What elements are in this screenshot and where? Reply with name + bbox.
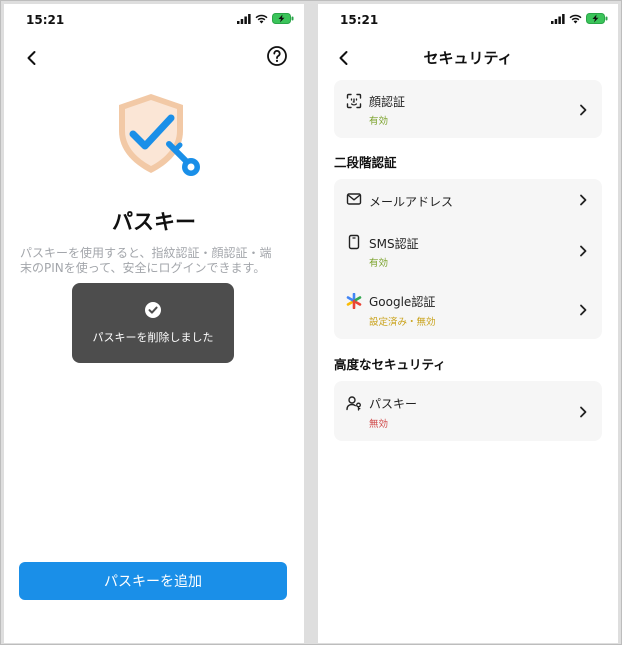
- page-title: セキュリティ: [423, 49, 513, 67]
- chevron-right-icon: [580, 194, 587, 206]
- face-auth-card: 顔認証 有効: [334, 80, 602, 138]
- google-auth-status: 設定済み・無効: [369, 317, 436, 328]
- wifi-icon: [255, 14, 268, 23]
- status-icons: [237, 13, 294, 24]
- passkey-card: パスキー 無効: [334, 381, 602, 441]
- chevron-right-icon: [580, 406, 587, 418]
- email-label: メールアドレス: [369, 195, 454, 209]
- shield-key-icon: [119, 94, 200, 176]
- page-title: パスキー: [112, 210, 196, 234]
- passkey-label: パスキー: [369, 397, 418, 411]
- passkey-description: パスキーを使用すると、指紋認証・顔認証・端末のPINを使って、安全にログインでき…: [20, 246, 272, 275]
- add-passkey-button-label: パスキーを追加: [104, 574, 202, 590]
- passkey-screen: 15:21 パスキー パスキーを使用すると、指紋認証・顔認証・端末のPINを使っ…: [4, 4, 304, 643]
- status-bar: 15:21: [4, 4, 304, 38]
- two-factor-card: メールアドレス SMS認証 有効 Google認証 設定済み・無効: [334, 179, 602, 339]
- status-time: 15:21: [26, 13, 65, 27]
- toast-notification: パスキーを削除しました: [72, 283, 234, 363]
- back-chevron-icon[interactable]: [22, 48, 42, 68]
- email-row[interactable]: メールアドレス: [334, 179, 602, 221]
- mail-icon: [346, 193, 362, 205]
- google-auth-label: Google認証: [369, 295, 436, 309]
- passkey-row[interactable]: パスキー 無効: [334, 381, 602, 441]
- smartphone-icon: [348, 234, 360, 250]
- wifi-icon: [569, 14, 582, 23]
- face-auth-status: 有効: [369, 116, 389, 127]
- passkey-status: 無効: [369, 419, 389, 430]
- add-passkey-button[interactable]: パスキーを追加: [19, 562, 287, 600]
- google-authenticator-icon: [346, 293, 362, 309]
- check-circle-icon: [145, 302, 161, 318]
- toast-message: パスキーを削除しました: [92, 331, 214, 344]
- sms-auth-label: SMS認証: [369, 237, 419, 251]
- battery-charging-icon: [272, 13, 294, 24]
- face-id-icon: [346, 93, 362, 109]
- chevron-right-icon: [580, 245, 587, 257]
- status-bar: 15:21: [318, 4, 618, 38]
- battery-charging-icon: [586, 13, 608, 24]
- face-auth-label: 顔認証: [369, 95, 406, 109]
- chevron-right-icon: [580, 304, 587, 316]
- status-time: 15:21: [340, 13, 379, 27]
- sms-auth-status: 有効: [369, 258, 389, 269]
- signal-icon: [237, 13, 251, 24]
- user-key-icon: [346, 396, 361, 411]
- two-factor-section-title: 二段階認証: [334, 155, 397, 170]
- chevron-right-icon: [580, 104, 587, 116]
- google-auth-row[interactable]: Google認証 設定済み・無効: [334, 279, 602, 339]
- signal-icon: [551, 13, 565, 24]
- sms-auth-row[interactable]: SMS認証 有効: [334, 221, 602, 279]
- face-auth-row[interactable]: 顔認証 有効: [334, 80, 602, 138]
- status-icons: [551, 13, 608, 24]
- advanced-security-section-title: 高度なセキュリティ: [334, 357, 446, 372]
- help-icon[interactable]: [266, 45, 288, 67]
- security-screen: 15:21 セキュリティ 顔認証 有効 二段階認証 メールアドレス SMS認証 …: [318, 4, 618, 643]
